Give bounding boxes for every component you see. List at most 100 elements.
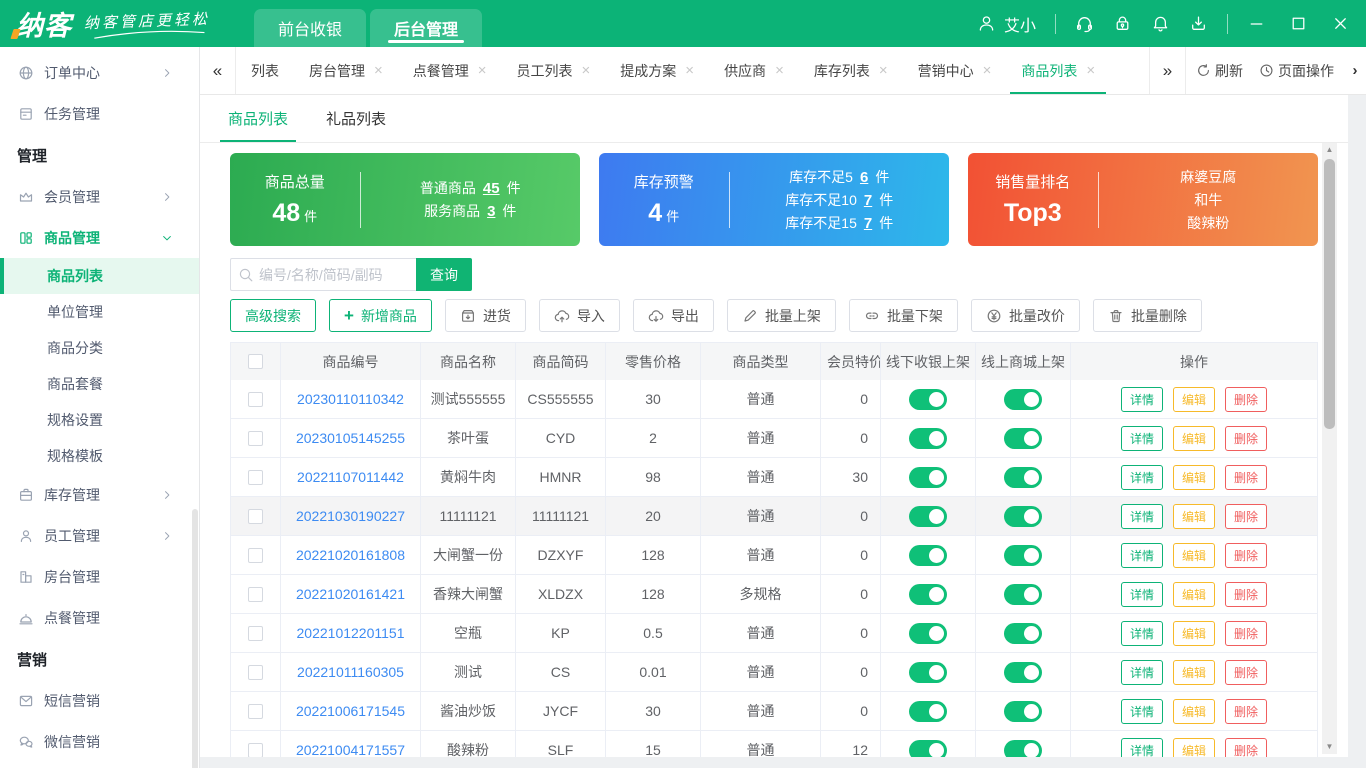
- scroll-down-arrow-icon[interactable]: ▼: [1322, 740, 1337, 754]
- offline-shelf-toggle[interactable]: [909, 505, 947, 527]
- row-action-0[interactable]: 详情: [1120, 386, 1163, 412]
- headset-icon[interactable]: [1075, 14, 1094, 33]
- offline-shelf-toggle[interactable]: [909, 388, 947, 410]
- offline-shelf-toggle[interactable]: [909, 700, 947, 722]
- toolbar-button-8[interactable]: 批量删除: [1092, 299, 1202, 332]
- collapse-tabs-button[interactable]: «: [200, 47, 236, 94]
- sidebar-item-18[interactable]: 小程序营销: [0, 762, 199, 768]
- online-shelf-toggle[interactable]: [1004, 466, 1042, 488]
- offline-shelf-toggle[interactable]: [909, 622, 947, 644]
- close-tab-icon[interactable]: ×: [478, 62, 487, 79]
- sidebar-item-0[interactable]: 订单中心: [0, 52, 199, 93]
- sidebar-item-1[interactable]: 任务管理: [0, 93, 199, 134]
- download-icon[interactable]: [1189, 14, 1208, 33]
- row-checkbox[interactable]: [248, 508, 263, 524]
- select-all-checkbox[interactable]: [248, 354, 263, 369]
- toolbar-button-5[interactable]: 批量上架: [726, 299, 836, 332]
- row-action-2[interactable]: 删除: [1225, 542, 1268, 568]
- maximize-button[interactable]: [1289, 14, 1308, 33]
- row-action-0[interactable]: 详情: [1120, 542, 1163, 568]
- tabbar-tab-0[interactable]: 列表: [236, 47, 294, 94]
- row-action-0[interactable]: 详情: [1120, 425, 1163, 451]
- product-id-link[interactable]: 20221020161808: [296, 547, 405, 563]
- tabbar-tab-4[interactable]: 提成方案 ×: [605, 47, 709, 94]
- row-action-1[interactable]: 编辑: [1172, 698, 1215, 724]
- sidebar-item-14[interactable]: 点餐管理: [0, 597, 199, 638]
- toolbar-button-6[interactable]: 批量下架: [848, 299, 958, 332]
- online-shelf-toggle[interactable]: [1004, 700, 1042, 722]
- sidebar-item-16[interactable]: 短信营销: [0, 680, 199, 721]
- sidebar-item-4[interactable]: 商品管理: [0, 217, 199, 258]
- online-shelf-toggle[interactable]: [1004, 739, 1042, 757]
- tabbar-tab-5[interactable]: 供应商 ×: [709, 47, 799, 94]
- row-checkbox[interactable]: [248, 625, 263, 641]
- content-tab-1[interactable]: 礼品列表: [326, 108, 386, 142]
- sidebar-subitem-8[interactable]: 商品套餐: [0, 366, 199, 402]
- close-tab-icon[interactable]: ×: [1086, 62, 1095, 79]
- tabbar-tab-6[interactable]: 库存列表 ×: [799, 47, 903, 94]
- row-action-1[interactable]: 编辑: [1172, 581, 1215, 607]
- product-id-link[interactable]: 20221012201151: [297, 625, 405, 641]
- offline-shelf-toggle[interactable]: [909, 427, 947, 449]
- row-action-1[interactable]: 编辑: [1172, 542, 1215, 568]
- bell-icon[interactable]: [1151, 14, 1170, 33]
- row-checkbox[interactable]: [248, 664, 263, 680]
- lock-icon[interactable]: [1113, 14, 1132, 33]
- header-nav-tab-1[interactable]: 后台管理: [370, 9, 483, 47]
- row-action-2[interactable]: 删除: [1225, 620, 1268, 646]
- row-action-0[interactable]: 详情: [1120, 698, 1163, 724]
- row-action-2[interactable]: 删除: [1225, 464, 1268, 490]
- close-tab-icon[interactable]: ×: [983, 62, 992, 79]
- sidebar-item-13[interactable]: 房台管理: [0, 556, 199, 597]
- row-action-2[interactable]: 删除: [1225, 386, 1268, 412]
- product-id-link[interactable]: 20230110110342: [297, 391, 404, 407]
- scroll-up-arrow-icon[interactable]: ▲: [1322, 143, 1337, 157]
- row-checkbox[interactable]: [248, 469, 263, 485]
- online-shelf-toggle[interactable]: [1004, 622, 1042, 644]
- row-checkbox[interactable]: [248, 703, 263, 719]
- row-action-0[interactable]: 详情: [1120, 581, 1163, 607]
- tabbar-tab-3[interactable]: 员工列表 ×: [502, 47, 606, 94]
- online-shelf-toggle[interactable]: [1004, 661, 1042, 683]
- row-action-0[interactable]: 详情: [1120, 737, 1163, 757]
- row-action-1[interactable]: 编辑: [1172, 659, 1215, 685]
- online-shelf-toggle[interactable]: [1004, 505, 1042, 527]
- search-input[interactable]: [259, 266, 409, 283]
- row-action-2[interactable]: 删除: [1225, 581, 1268, 607]
- offline-shelf-toggle[interactable]: [909, 661, 947, 683]
- row-action-1[interactable]: 编辑: [1172, 620, 1215, 646]
- row-action-1[interactable]: 编辑: [1172, 386, 1215, 412]
- row-action-0[interactable]: 详情: [1120, 659, 1163, 685]
- row-action-2[interactable]: 删除: [1225, 503, 1268, 529]
- online-shelf-toggle[interactable]: [1004, 544, 1042, 566]
- more-arrow-icon[interactable]: ›: [1344, 47, 1366, 94]
- row-action-2[interactable]: 删除: [1225, 659, 1268, 685]
- sidebar-subitem-5[interactable]: 商品列表: [0, 258, 199, 294]
- offline-shelf-toggle[interactable]: [909, 544, 947, 566]
- close-tab-icon[interactable]: ×: [879, 62, 888, 79]
- offline-shelf-toggle[interactable]: [909, 466, 947, 488]
- row-action-0[interactable]: 详情: [1120, 464, 1163, 490]
- close-tab-icon[interactable]: ×: [582, 62, 591, 79]
- row-action-1[interactable]: 编辑: [1172, 425, 1215, 451]
- row-checkbox[interactable]: [248, 586, 263, 602]
- tabbar-tab-2[interactable]: 点餐管理 ×: [398, 47, 502, 94]
- tabbar-tab-8[interactable]: 商品列表 ×: [1006, 47, 1110, 94]
- tabbar-action-0[interactable]: 刷新: [1196, 61, 1243, 81]
- tabbar-tab-1[interactable]: 房台管理 ×: [294, 47, 398, 94]
- sidebar-subitem-6[interactable]: 单位管理: [0, 294, 199, 330]
- toolbar-button-7[interactable]: 批量改价: [970, 299, 1080, 332]
- row-action-1[interactable]: 编辑: [1172, 464, 1215, 490]
- toolbar-button-0[interactable]: 高级搜索: [230, 299, 316, 332]
- row-action-0[interactable]: 详情: [1120, 503, 1163, 529]
- row-action-2[interactable]: 删除: [1225, 737, 1268, 757]
- row-action-0[interactable]: 详情: [1120, 620, 1163, 646]
- sidebar-item-3[interactable]: 会员管理: [0, 176, 199, 217]
- product-id-link[interactable]: 20221006171545: [296, 703, 405, 719]
- row-checkbox[interactable]: [248, 430, 263, 446]
- toolbar-button-1[interactable]: + 新增商品: [329, 299, 432, 332]
- row-action-1[interactable]: 编辑: [1172, 737, 1215, 757]
- sidebar-subitem-9[interactable]: 规格设置: [0, 402, 199, 438]
- search-button[interactable]: 查询: [416, 258, 472, 291]
- close-tab-icon[interactable]: ×: [374, 62, 383, 79]
